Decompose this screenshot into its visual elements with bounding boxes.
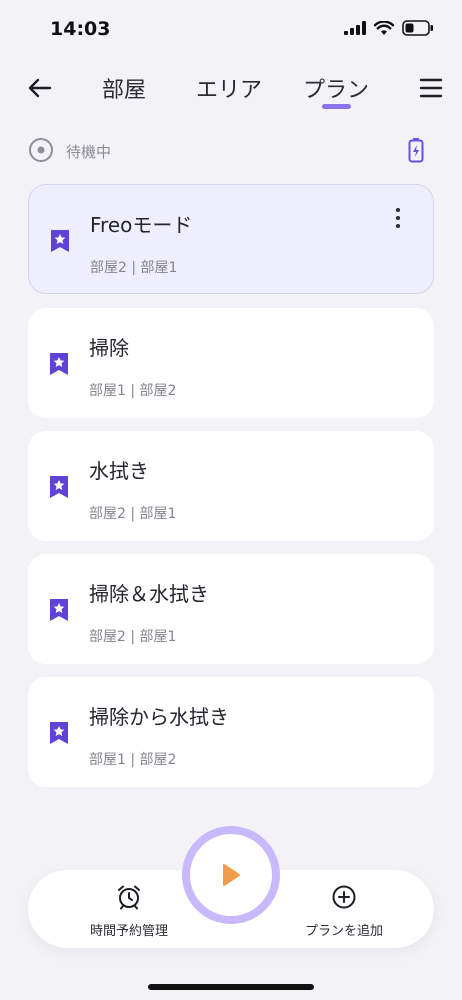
active-tab-indicator xyxy=(322,104,351,109)
alarm-clock-icon xyxy=(118,885,140,910)
plan-title: 掃除＆水拭き xyxy=(89,582,209,606)
bookmark-star-icon xyxy=(50,599,68,621)
back-arrow-icon[interactable] xyxy=(24,72,56,104)
plan-card[interactable]: 掃除から水拭き 部屋1 | 部屋2 xyxy=(28,677,434,787)
home-indicator[interactable] xyxy=(148,984,314,990)
top-nav: 部屋 エリア プラン xyxy=(0,62,462,112)
plan-rooms: 部屋2 | 部屋1 xyxy=(90,260,178,276)
tab-plan[interactable]: プラン xyxy=(303,72,369,104)
signal-icon xyxy=(344,21,366,35)
play-button-inner xyxy=(190,834,272,916)
play-icon xyxy=(223,864,240,886)
tab-rooms[interactable]: 部屋 xyxy=(102,72,146,104)
bookmark-star-icon xyxy=(50,353,68,375)
robot-status-row: 待機中 xyxy=(28,136,438,166)
add-plan-label: プランを追加 xyxy=(304,924,383,939)
plan-title: 掃除から水拭き xyxy=(89,705,229,729)
plan-title: 掃除 xyxy=(89,336,129,360)
bookmark-star-icon xyxy=(50,722,68,744)
schedule-label: 時間予約管理 xyxy=(89,924,168,939)
status-time: 14:03 xyxy=(50,18,111,40)
tab-area[interactable]: エリア xyxy=(196,72,262,104)
schedule-button[interactable]: 時間予約管理 xyxy=(86,884,172,939)
add-plan-button[interactable]: プランを追加 xyxy=(284,884,404,939)
status-bar: 14:03 xyxy=(0,0,462,60)
add-circle-icon xyxy=(332,885,356,909)
plan-card[interactable]: Freoモード 部屋2 | 部屋1 xyxy=(28,184,434,294)
battery-icon xyxy=(402,20,433,36)
start-cleaning-button[interactable] xyxy=(182,826,280,924)
plan-rooms: 部屋1 | 部屋2 xyxy=(89,383,177,399)
plan-card[interactable]: 掃除 部屋1 | 部屋2 xyxy=(28,308,434,418)
plan-rooms: 部屋2 | 部屋1 xyxy=(89,506,177,522)
more-options-icon[interactable] xyxy=(391,207,405,229)
robot-status-icon xyxy=(29,138,53,162)
plan-title: Freoモード xyxy=(90,213,193,237)
bookmark-star-icon xyxy=(51,230,69,252)
wifi-icon xyxy=(374,20,394,35)
plan-title: 水拭き xyxy=(89,459,149,483)
plan-card[interactable]: 掃除＆水拭き 部屋2 | 部屋1 xyxy=(28,554,434,664)
plan-rooms: 部屋2 | 部屋1 xyxy=(89,629,177,645)
bookmark-star-icon xyxy=(50,476,68,498)
battery-charging-icon xyxy=(408,138,424,163)
plan-card[interactable]: 水拭き 部屋2 | 部屋1 xyxy=(28,431,434,541)
plan-rooms: 部屋1 | 部屋2 xyxy=(89,752,177,768)
robot-status-label: 待機中 xyxy=(66,143,112,161)
hamburger-menu-icon[interactable] xyxy=(418,75,444,101)
status-icons xyxy=(344,20,434,36)
